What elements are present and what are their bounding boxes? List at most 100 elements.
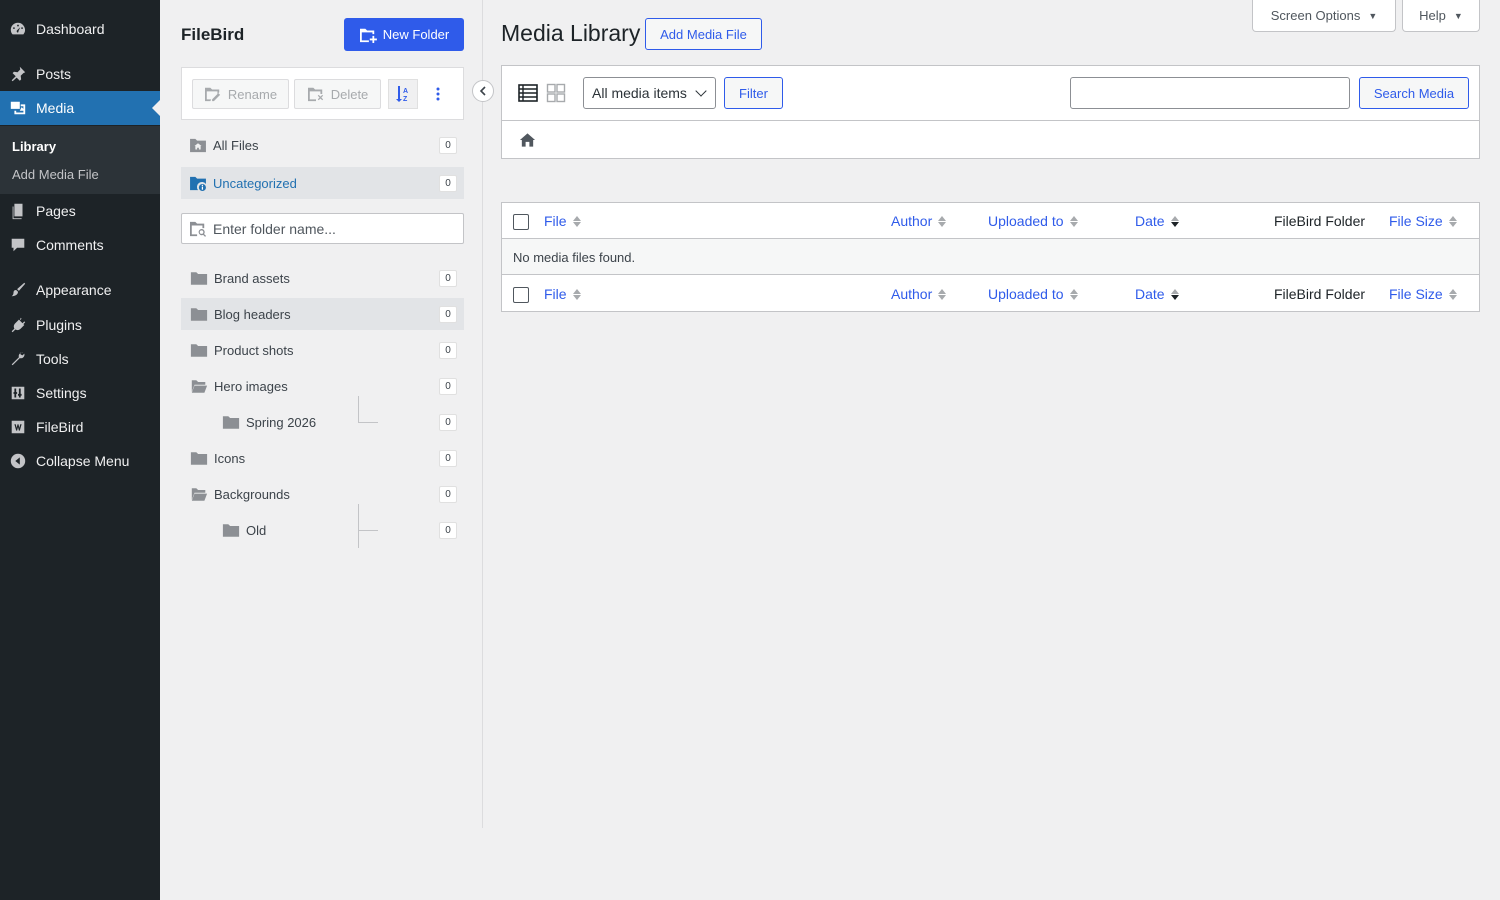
media-submenu: Library Add Media File [0, 126, 160, 194]
column-label: File Size [1389, 286, 1443, 302]
media-type-select[interactable]: All media items [583, 77, 716, 109]
kebab-menu-icon [436, 87, 440, 101]
media-search-input[interactable] [1070, 77, 1350, 109]
folder-count: 0 [439, 378, 457, 395]
sort-icon [572, 215, 581, 227]
menu-item-filebird[interactable]: FileBird [0, 410, 160, 444]
column-author[interactable]: Author [891, 213, 947, 229]
collapse-panel-button[interactable] [472, 80, 494, 102]
sort-az-icon: AZ [396, 86, 408, 103]
folder-item-icons[interactable]: Icons 0 [181, 442, 464, 474]
column-label: File [544, 286, 567, 302]
folder-count: 0 [439, 522, 457, 539]
pin-icon [0, 65, 36, 83]
page-title: Media Library [501, 20, 641, 46]
admin-sidebar: Dashboard Posts Media Library Add Media … [0, 0, 160, 900]
sort-button[interactable]: AZ [388, 79, 418, 109]
menu-item-dashboard[interactable]: Dashboard [0, 12, 160, 46]
menu-label: Dashboard [36, 21, 105, 37]
comment-icon [0, 236, 36, 254]
search-media-button[interactable]: Search Media [1359, 77, 1469, 109]
chevron-left-icon [479, 86, 486, 96]
folder-item-backgrounds[interactable]: Backgrounds 0 [181, 478, 464, 510]
delete-button[interactable]: Delete [294, 79, 381, 109]
folder-item-hero-images[interactable]: Hero images 0 [181, 370, 464, 402]
submenu-item-add-media-file[interactable]: Add Media File [12, 167, 99, 182]
filter-button[interactable]: Filter [724, 77, 783, 109]
menu-item-tools[interactable]: Tools [0, 342, 160, 376]
sort-icon [1069, 288, 1078, 300]
column-file-size[interactable]: File Size [1389, 286, 1457, 302]
folder-item-product-shots[interactable]: Product shots 0 [181, 334, 464, 366]
sort-icon [1069, 215, 1078, 227]
folder-item-spring-2026[interactable]: Spring 2026 0 [181, 406, 464, 438]
table-header: File Author Uploaded to Date FileBird Fo… [502, 203, 1479, 239]
table-empty-row: No media files found. [502, 239, 1479, 275]
column-file-size[interactable]: File Size [1389, 213, 1457, 229]
menu-item-media[interactable]: Media [0, 91, 160, 125]
folder-label: Product shots [214, 342, 294, 358]
column-uploaded-to[interactable]: Uploaded to [988, 213, 1078, 229]
menu-item-comments[interactable]: Comments [0, 228, 160, 262]
select-all-checkbox[interactable] [513, 214, 529, 230]
folder-icon [222, 415, 240, 430]
home-icon[interactable] [519, 132, 536, 148]
sort-desc-icon [1170, 215, 1179, 227]
menu-item-collapse[interactable]: Collapse Menu [0, 444, 160, 478]
column-date[interactable]: Date [1135, 213, 1179, 229]
media-table: File Author Uploaded to Date FileBird Fo… [501, 202, 1480, 312]
screen-options-button[interactable]: Screen Options ▼ [1252, 0, 1396, 32]
column-file[interactable]: File [544, 213, 581, 229]
folder-open-icon [190, 379, 208, 394]
menu-item-appearance[interactable]: Appearance [0, 273, 160, 307]
column-file[interactable]: File [544, 286, 581, 302]
folder-count: 0 [439, 270, 457, 287]
folder-search-input[interactable] [213, 218, 453, 240]
filebird-icon [0, 418, 36, 436]
menu-item-plugins[interactable]: Plugins [0, 308, 160, 342]
menu-item-posts[interactable]: Posts [0, 57, 160, 91]
folder-item-old[interactable]: Old 0 [181, 514, 464, 546]
folder-item-blog-headers[interactable]: Blog headers 0 [181, 298, 464, 330]
empty-message: No media files found. [513, 250, 636, 265]
menu-label: Pages [36, 203, 76, 219]
folder-search [181, 213, 464, 244]
more-options-button[interactable] [428, 79, 448, 109]
collapse-icon [0, 452, 36, 470]
menu-item-settings[interactable]: Settings [0, 376, 160, 410]
menu-label: FileBird [36, 419, 84, 435]
submenu-item-library[interactable]: Library [12, 139, 56, 154]
uncategorized-label: Uncategorized [213, 175, 297, 191]
menu-label: Plugins [36, 317, 82, 333]
menu-item-pages[interactable]: Pages [0, 194, 160, 228]
column-author[interactable]: Author [891, 286, 947, 302]
new-folder-label: New Folder [382, 27, 450, 42]
svg-text:Z: Z [403, 96, 408, 103]
select-all-checkbox[interactable] [513, 287, 529, 303]
list-view-icon[interactable] [518, 83, 538, 103]
column-label: Author [891, 213, 933, 229]
folder-icon [190, 343, 208, 358]
add-media-file-button[interactable]: Add Media File [645, 18, 762, 50]
folder-info-icon [189, 176, 207, 191]
column-date[interactable]: Date [1135, 286, 1179, 302]
folder-count: 0 [439, 137, 457, 154]
column-uploaded-to[interactable]: Uploaded to [988, 286, 1078, 302]
folder-label: Hero images [214, 378, 288, 394]
all-files-item[interactable]: All Files 0 [181, 129, 464, 161]
column-label: Uploaded to [988, 286, 1064, 302]
help-button[interactable]: Help ▼ [1402, 0, 1480, 32]
folder-count: 0 [439, 342, 457, 359]
column-label: File [544, 213, 567, 229]
wrench-icon [0, 350, 36, 368]
sort-icon [938, 215, 947, 227]
folder-icon [222, 523, 240, 538]
sort-icon [1448, 215, 1457, 227]
media-toolbar: All media items Filter Search Media [501, 65, 1480, 121]
folder-item-brand-assets[interactable]: Brand assets 0 [181, 262, 464, 294]
new-folder-button[interactable]: New Folder [344, 18, 464, 51]
uncategorized-item[interactable]: Uncategorized 0 [181, 167, 464, 199]
grid-view-icon[interactable] [546, 83, 566, 103]
folder-label: Old [246, 522, 267, 538]
rename-button[interactable]: Rename [192, 79, 289, 109]
